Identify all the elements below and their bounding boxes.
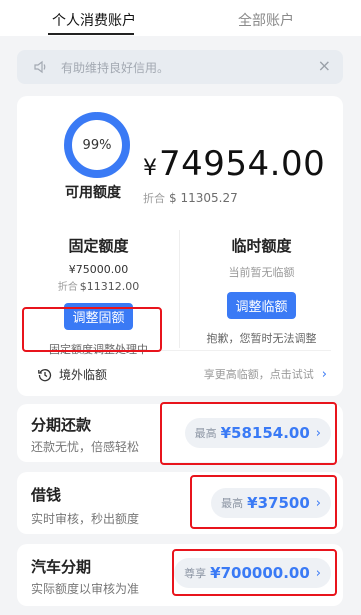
refresh-clock-icon	[37, 367, 53, 383]
overseas-temp-limit-hint[interactable]: 享更高临额，点击试试 ›	[204, 366, 327, 382]
overseas-temp-limit-label: 境外临额	[59, 368, 108, 382]
fixed-limit-title: 固定额度	[68, 237, 129, 255]
active-tab-indicator	[48, 33, 134, 35]
overseas-hint-text: 享更高临额，点击试试	[203, 368, 314, 381]
highlight-box-car-amount	[172, 549, 337, 596]
temp-limit-note: 抱歉，您暂时无法调整	[206, 332, 317, 345]
amount-value: 74954.00	[159, 144, 326, 184]
product-name: 汽车分期	[31, 558, 92, 576]
highlight-box-installment-amount	[160, 402, 337, 465]
product-desc: 实时审核，秒出额度	[31, 512, 140, 526]
available-credit-label: 可用额度	[65, 185, 121, 201]
account-tabs: 个人消费账户 全部账户	[0, 0, 361, 36]
ring-percent: 99%	[82, 137, 112, 153]
fixed-limit-equiv: 折合 $11312.00	[17, 278, 180, 293]
usd-equivalent: 折合 $ 11305.27	[143, 190, 238, 206]
fixed-limit-amount: ¥75000.00	[68, 263, 129, 276]
equiv-value: $ 11305.27	[169, 191, 238, 205]
tab-personal-consumer[interactable]: 个人消费账户	[52, 10, 136, 30]
notice-bar: 有助维持良好信用。 ×	[17, 50, 343, 84]
available-credit-amount: ¥ 74954.00	[143, 144, 325, 184]
chevron-right-icon: ›	[321, 366, 327, 382]
speaker-icon	[33, 59, 49, 75]
highlight-box-fixed-status	[22, 307, 162, 352]
adjust-temp-limit-button[interactable]: 调整临额	[227, 292, 296, 319]
credit-usage-ring: 99%	[62, 110, 132, 180]
currency-symbol: ¥	[143, 156, 157, 181]
fixed-equiv-prefix: 折合	[57, 282, 78, 293]
product-desc: 实际额度以审核为准	[31, 582, 140, 596]
fixed-equiv-value: $11312.00	[79, 280, 140, 293]
temp-limit-section: 临时额度 当前暂无临额 调整临额 抱歉，您暂时无法调整	[180, 224, 343, 346]
highlight-box-loan-amount	[190, 475, 337, 529]
product-name: 分期还款	[31, 416, 92, 434]
tab-all-accounts[interactable]: 全部账户	[238, 10, 294, 30]
temp-limit-status: 当前暂无临额	[228, 266, 295, 279]
close-icon[interactable]: ×	[318, 58, 331, 74]
product-name: 借钱	[31, 486, 62, 504]
temp-limit-title: 临时额度	[231, 237, 292, 255]
notice-text: 有助维持良好信用。	[61, 60, 170, 75]
overseas-temp-limit[interactable]: 境外临额	[37, 366, 107, 383]
equiv-prefix: 折合	[143, 192, 165, 205]
product-desc: 还款无忧，倍感轻松	[31, 440, 140, 454]
